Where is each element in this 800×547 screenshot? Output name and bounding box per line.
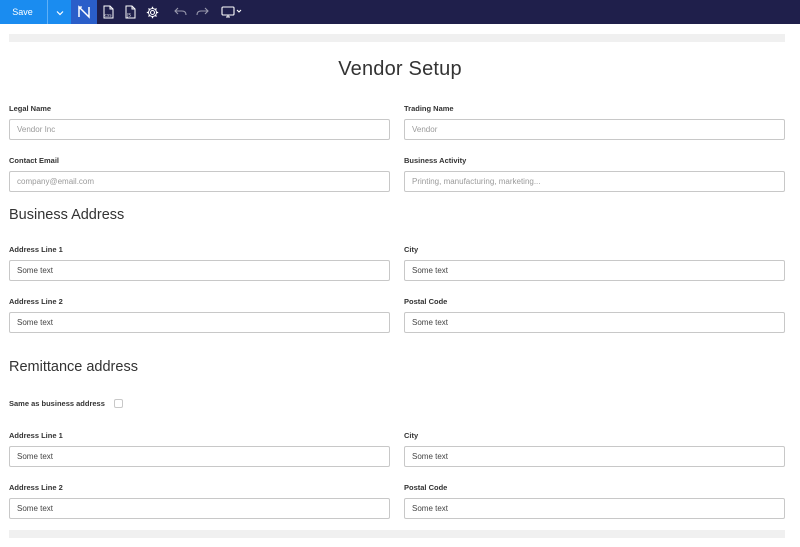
same-as-business-checkbox[interactable] <box>113 399 123 408</box>
gear-icon <box>146 6 159 19</box>
svg-text:JS: JS <box>126 13 131 18</box>
remittance-city-input[interactable]: Some text <box>404 446 785 467</box>
business-address-line2-label: Address Line 2 <box>9 297 63 306</box>
undo-icon <box>173 7 187 17</box>
business-city-label: City <box>404 245 419 254</box>
editor-toolbar: Save CSS JS <box>0 0 800 24</box>
business-city-input[interactable]: Some text <box>404 260 785 281</box>
remittance-address-line1-label: Address Line 1 <box>9 431 63 440</box>
canvas-top-band <box>9 34 785 42</box>
business-postal-code-input[interactable]: Some text <box>404 312 785 333</box>
remittance-postal-code-input[interactable]: Some text <box>404 498 785 519</box>
legal-name-label: Legal Name <box>9 104 52 113</box>
js-file-icon: JS <box>124 5 137 19</box>
contact-email-input[interactable]: company@email.com <box>9 171 390 192</box>
business-address-line1-label: Address Line 1 <box>9 245 63 254</box>
logo-button[interactable] <box>71 0 97 24</box>
same-as-business-label: Same as business address <box>9 399 105 408</box>
remittance-city-label: City <box>404 431 419 440</box>
contact-email-label: Contact Email <box>9 156 60 165</box>
business-address-line1-input[interactable]: Some text <box>9 260 390 281</box>
legal-name-input[interactable]: Vendor Inc <box>9 119 390 140</box>
settings-button[interactable] <box>141 0 163 24</box>
save-options-button[interactable] <box>47 0 71 24</box>
js-button[interactable]: JS <box>119 0 141 24</box>
business-activity-input[interactable]: Printing, manufacturing, marketing... <box>404 171 785 192</box>
remittance-postal-code-label: Postal Code <box>404 483 448 492</box>
logo-icon <box>77 5 91 19</box>
svg-text:CSS: CSS <box>104 14 112 18</box>
same-as-business-row: Same as business address <box>9 399 123 408</box>
remittance-address-line2-input[interactable]: Some text <box>9 498 390 519</box>
trading-name-label: Trading Name <box>404 104 454 113</box>
remittance-address-heading: Remittance address <box>9 359 138 375</box>
css-file-icon: CSS <box>102 5 115 19</box>
chevron-down-icon <box>56 3 64 21</box>
business-postal-code-label: Postal Code <box>404 297 448 306</box>
save-button[interactable]: Save <box>0 0 47 24</box>
redo-button[interactable] <box>191 0 213 24</box>
remittance-address-line1-input[interactable]: Some text <box>9 446 390 467</box>
monitor-icon <box>221 6 243 18</box>
redo-icon <box>195 7 209 17</box>
undo-button[interactable] <box>169 0 191 24</box>
remittance-address-line2-label: Address Line 2 <box>9 483 63 492</box>
business-address-heading: Business Address <box>9 207 125 223</box>
business-address-line2-input[interactable]: Some text <box>9 312 390 333</box>
page-title: Vendor Setup <box>338 58 462 80</box>
canvas-bottom-band <box>9 530 785 538</box>
css-button[interactable]: CSS <box>97 0 119 24</box>
trading-name-input[interactable]: Vendor <box>404 119 785 140</box>
business-activity-label: Business Activity <box>404 156 467 165</box>
device-preview-button[interactable] <box>217 0 247 24</box>
